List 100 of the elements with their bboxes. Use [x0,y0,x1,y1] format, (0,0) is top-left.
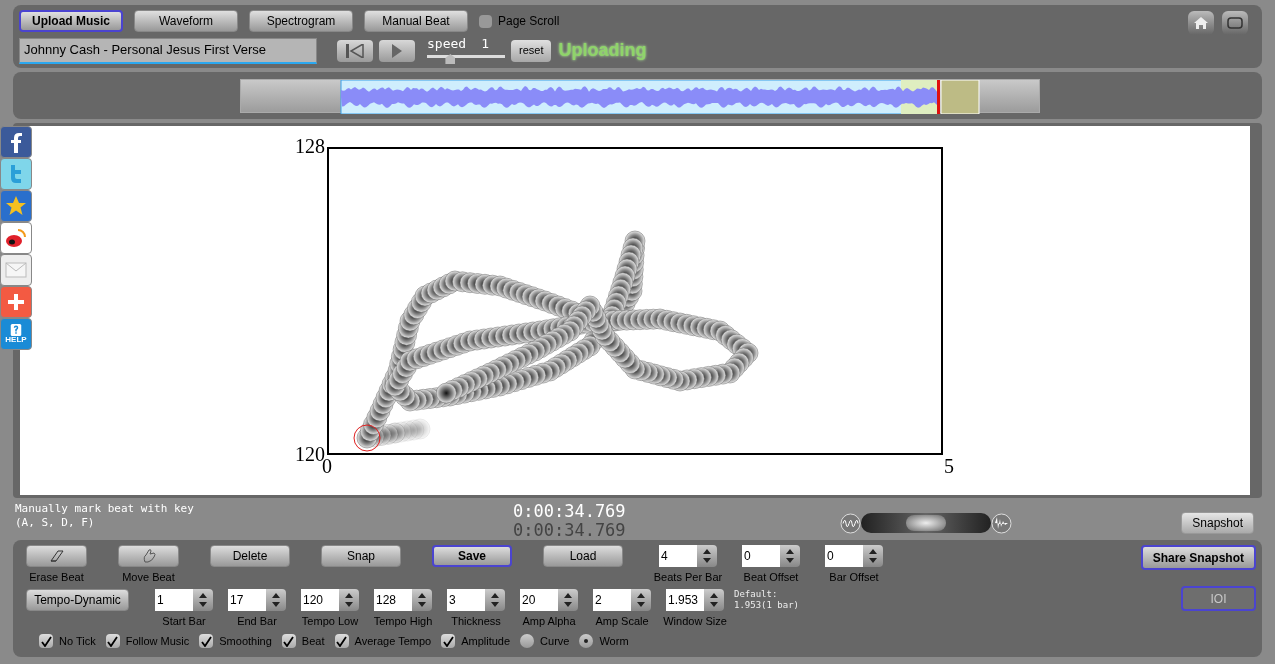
field-label: Window Size [663,613,727,629]
track-title-field[interactable]: Johnny Cash - Personal Jesus First Verse [19,37,317,64]
speed-slider[interactable] [427,52,505,64]
field-label: Amp Alpha [522,613,576,629]
skip-back-button[interactable] [337,39,373,62]
stepper[interactable] [266,588,286,611]
star-button[interactable] [0,190,32,222]
mode-button[interactable]: Waveform [134,10,238,32]
slider-thumb[interactable] [906,515,946,531]
action-button[interactable]: Save [432,545,512,567]
waveform-overview[interactable] [240,78,1040,113]
number-field[interactable]: 1 [155,588,193,611]
button-label: Move Beat [122,570,175,585]
default-note: Default: [734,588,779,600]
action-button[interactable]: Load [543,545,623,567]
action-button[interactable]: Delete [210,545,290,567]
checkbox[interactable] [199,634,214,649]
checkbox[interactable] [281,634,296,649]
checkbox[interactable] [105,634,120,649]
speed-value: 1 [481,37,489,51]
stepper-arrows-icon [198,591,208,608]
stepper[interactable] [863,545,883,567]
page-scroll-checkbox[interactable] [479,14,492,28]
number-field[interactable]: 120 [301,588,339,611]
stepper-arrows-icon [702,548,712,564]
radio-button[interactable] [520,634,535,649]
checkbox[interactable] [441,634,456,649]
mode-button[interactable]: Spectrogram [249,10,353,32]
total-time: 0:00:34.769 [513,521,627,540]
option-label: Follow Music [125,634,190,649]
number-field[interactable]: 0 [742,545,780,567]
checkbox[interactable] [334,634,349,649]
hand-button[interactable] [118,545,179,567]
field-label: Tempo High [373,613,433,629]
start-marker [353,424,381,452]
default-note: 1.953(1 bar) [734,599,800,611]
number-field[interactable]: 128 [374,588,412,611]
number-field[interactable]: 3 [447,588,485,611]
home-button[interactable] [1188,11,1214,35]
stepper-arrows-icon [709,591,719,608]
stepper-arrows-icon [636,591,646,608]
star-icon [5,195,27,217]
axis-label: 5 [944,455,954,477]
option-label: Worm [599,634,629,649]
elapsed-time: 0:00:34.769 [513,502,627,521]
mode-button[interactable]: Upload Music [19,10,123,32]
number-field[interactable]: 4 [659,545,697,567]
number-field[interactable]: 20 [520,588,558,611]
field-label: Amp Scale [595,613,649,629]
eraser-icon [48,549,65,563]
slider-thumb[interactable] [445,54,456,64]
stepper-arrows-icon [417,591,427,608]
stepper[interactable] [558,588,578,611]
home-icon [1193,16,1209,30]
mode-button[interactable]: Manual Beat [364,10,468,32]
reset-button[interactable]: reset [511,39,552,62]
skip-back-icon [345,43,365,58]
stepper[interactable] [704,588,724,611]
mode-slider[interactable] [861,513,991,533]
number-field[interactable]: 2 [593,588,631,611]
axis-label: 128 [295,135,325,157]
stepper[interactable] [780,545,800,567]
field-label: Beat Offset [743,570,799,585]
fullscreen-button[interactable] [1222,11,1248,35]
stepper[interactable] [697,545,717,567]
checkbox-label: Page Scroll [498,13,560,30]
option-label: No Tick [59,634,96,649]
button-label: Erase Beat [29,570,84,585]
eraser-button[interactable] [26,545,87,567]
stepper[interactable] [193,588,213,611]
screen-icon [1227,17,1243,29]
field-label: Start Bar [162,613,206,629]
number-field[interactable]: 0 [825,545,863,567]
number-field[interactable]: 1.953 [666,588,704,611]
play-button[interactable] [379,39,415,62]
checkbox[interactable] [39,634,53,649]
field-label: Beats Per Bar [653,570,723,585]
option-label: Curve [540,634,570,649]
stepper[interactable] [412,588,432,611]
stepper-arrows-icon [785,548,795,564]
share-snapshot-button[interactable]: Share Snapshot [1140,545,1256,570]
hint-text: Manually mark beat with key [15,502,195,516]
field-label: Tempo Low [301,613,359,629]
snapshot-button[interactable]: Snapshot [1181,512,1254,534]
facebook-button[interactable] [0,126,32,158]
tempo-mode-button[interactable]: Tempo-Dynamic [26,588,129,611]
wave-icon [840,512,861,534]
stepper[interactable] [631,588,651,611]
weibo-button[interactable] [0,222,32,254]
number-field[interactable]: 17 [228,588,266,611]
plus-icon [5,291,27,313]
stepper-arrows-icon [271,591,281,608]
radio-button[interactable] [579,634,594,649]
help-button[interactable]: HELP [0,318,32,350]
plus-button[interactable] [0,286,32,318]
action-button[interactable]: Snap [321,545,401,567]
mail-icon [5,259,27,281]
field-label: Thickness [451,613,501,629]
stepper[interactable] [339,588,359,611]
stepper[interactable] [485,588,505,611]
